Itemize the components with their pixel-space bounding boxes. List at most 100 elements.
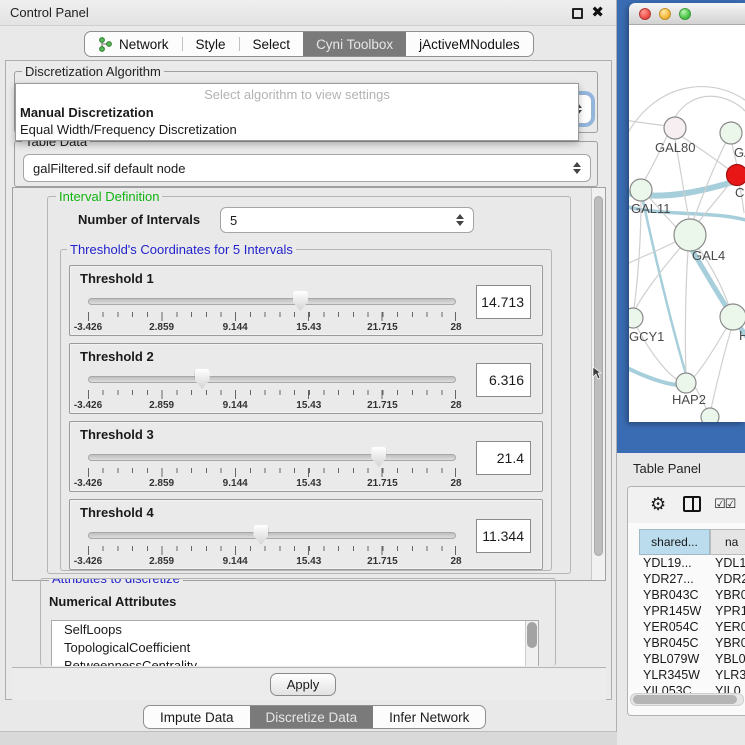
dropdown-item-manual-discretization[interactable]: Manual Discretization — [20, 105, 154, 120]
cell: YER0 — [715, 619, 745, 635]
attributes-list-scrollbar[interactable] — [525, 621, 538, 666]
table-rows: YDL19...YDL1 YDR27...YDR2 YBR043CYBR0 YP… — [639, 555, 745, 693]
threshold-1-value-field[interactable]: 14.713 — [476, 285, 531, 319]
control-panel-titlebar: Control Panel ✖ — [0, 0, 616, 26]
tick-label: -3.426 — [74, 478, 102, 489]
top-tab-bar: Network Style Select Cyni Toolbox jActiv… — [84, 31, 534, 57]
tick-label: 9.144 — [223, 556, 248, 567]
zoom-traffic-light-icon[interactable] — [679, 8, 691, 20]
threshold-1-panel: Threshold 1 -3.426 2.859 9.144 15.43 — [69, 265, 543, 336]
cell: YIL053C — [643, 683, 692, 693]
table-horizontal-scrollbar[interactable] — [630, 693, 744, 706]
node-label-gal11: GAL11 — [631, 201, 671, 216]
apply-button[interactable]: Apply — [270, 673, 336, 696]
table-row[interactable]: YBL079WYBL0 — [639, 651, 745, 667]
algorithm-dropdown-popup: Select algorithm to view settings Manual… — [15, 83, 579, 141]
tab-impute-data[interactable]: Impute Data — [144, 706, 250, 728]
gear-icon[interactable]: ⚙ — [650, 494, 666, 514]
tab-jactivemnodules[interactable]: jActiveMNodules — [406, 32, 533, 56]
float-window-icon[interactable] — [572, 8, 583, 19]
tab-cyni-toolbox[interactable]: Cyni Toolbox — [303, 32, 406, 56]
list-item[interactable]: BetweennessCentrality — [52, 657, 538, 666]
tab-discretize-data[interactable]: Discretize Data — [250, 706, 374, 728]
node-partial-right[interactable] — [720, 122, 742, 144]
node-gal80[interactable] — [664, 117, 686, 139]
slider-thumb[interactable] — [371, 447, 386, 467]
table-row[interactable]: YIL053CYIL0 — [639, 683, 745, 693]
threshold-3-panel: Threshold 3 -3.426 2.859 9.144 15.43 — [69, 421, 543, 492]
tab-jactivemnodules-label: jActiveMNodules — [419, 37, 520, 52]
numerical-attributes-list[interactable]: SelfLoops TopologicalCoefficient Between… — [51, 620, 539, 666]
list-item[interactable]: SelfLoops — [52, 621, 538, 639]
tab-select[interactable]: Select — [240, 32, 304, 56]
slider-track[interactable] — [88, 298, 456, 305]
threshold-4-panel: Threshold 4 -3.426 2.859 9.144 15.43 — [69, 499, 543, 570]
table-row[interactable]: YBR043CYBR0 — [639, 587, 745, 603]
threshold-3-value-field[interactable]: 21.4 — [476, 441, 531, 475]
network-graph: GAL80 GA C GAL11 GAL4 GCY1 H HAP2 — [629, 25, 745, 422]
tick-label: -3.426 — [74, 322, 102, 333]
node-partial-bottom[interactable] — [701, 408, 719, 422]
slider-track[interactable] — [88, 376, 456, 383]
table-row[interactable]: YPR145WYPR1 — [639, 603, 745, 619]
slider-thumb[interactable] — [253, 525, 268, 545]
cell: YDL19... — [643, 555, 692, 571]
thresholds-group: Threshold's Coordinates for 5 Intervals … — [60, 249, 552, 571]
close-icon[interactable]: ✖ — [591, 3, 604, 23]
table-data-combobox[interactable]: galFiltered.sif default node — [23, 154, 591, 182]
table-panel-content: ⚙ ☑☑ shared... na YDL19...YDL1 YDR27...Y… — [627, 486, 745, 716]
slider-track[interactable] — [88, 532, 456, 539]
node-h[interactable] — [720, 304, 745, 330]
tick-label: 28 — [450, 400, 461, 411]
table-row[interactable]: YDR27...YDR2 — [639, 571, 745, 587]
scrollbar-thumb[interactable] — [527, 622, 537, 648]
table-row[interactable]: YBR045CYBR0 — [639, 635, 745, 651]
close-traffic-light-icon[interactable] — [639, 8, 651, 20]
slider-tick-labels: -3.426 2.859 9.144 15.43 21.715 28 — [88, 400, 456, 412]
threshold-2-value-field[interactable]: 6.316 — [476, 363, 531, 397]
discretization-algorithm-group-title: Discretization Algorithm — [22, 64, 164, 79]
node-label-partial: GA — [734, 145, 745, 160]
tab-network-label: Network — [119, 37, 169, 52]
table-row[interactable]: YLR345WYLR3 — [639, 667, 745, 683]
scrollbar-thumb[interactable] — [633, 695, 737, 704]
columns-icon[interactable] — [683, 496, 701, 512]
interval-definition-group: Interval Definition Number of Intervals … — [47, 196, 571, 574]
column-header-name[interactable]: na — [710, 529, 745, 555]
slider-major-ticks — [88, 546, 456, 555]
column-header-shared-name[interactable]: shared... — [639, 529, 710, 555]
tab-network[interactable]: Network — [85, 32, 182, 56]
node-label-hap2: HAP2 — [672, 392, 706, 407]
cell: YDR2 — [715, 571, 745, 587]
cell: YPR1 — [715, 603, 745, 619]
table-row[interactable]: YDL19...YDL1 — [639, 555, 745, 571]
node-gal4[interactable] — [674, 219, 706, 251]
settings-vertical-scrollbar[interactable] — [591, 188, 605, 580]
slider-thumb[interactable] — [293, 291, 308, 311]
tick-label: 9.144 — [223, 322, 248, 333]
tab-infer-network[interactable]: Infer Network — [373, 706, 485, 728]
tab-select-label: Select — [253, 37, 291, 52]
cell: YBR0 — [715, 587, 745, 603]
threshold-4-value-field[interactable]: 11.344 — [476, 519, 531, 553]
dropdown-item-equal-width-frequency[interactable]: Equal Width/Frequency Discretization — [20, 122, 237, 137]
table-panel: Table Panel ⚙ ☑☑ shared... na YDL19...YD… — [617, 453, 745, 745]
attributes-group-title: Attributes to discretize — [49, 578, 183, 586]
list-item[interactable]: TopologicalCoefficient — [52, 639, 538, 657]
dropdown-hint: Select algorithm to view settings — [16, 87, 578, 102]
node-selected-red[interactable] — [727, 165, 745, 186]
tab-style[interactable]: Style — [183, 32, 239, 56]
slider-thumb[interactable] — [195, 369, 210, 389]
select-columns-icon[interactable]: ☑☑ — [714, 496, 735, 512]
node-hap2[interactable] — [676, 373, 696, 393]
slider-track[interactable] — [88, 454, 456, 461]
node-gcy1[interactable] — [629, 308, 643, 328]
number-of-intervals-combobox[interactable]: 5 — [220, 207, 474, 233]
screen: { "control_panel": { "title": "Control P… — [0, 0, 745, 745]
node-label-gcy1: GCY1 — [629, 329, 664, 344]
cell: YER054C — [643, 619, 699, 635]
network-canvas[interactable]: GAL80 GA C GAL11 GAL4 GCY1 H HAP2 — [629, 25, 745, 422]
node-gal11[interactable] — [630, 179, 652, 201]
minimize-traffic-light-icon[interactable] — [659, 8, 671, 20]
table-row[interactable]: YER054C YER0 — [639, 619, 745, 635]
